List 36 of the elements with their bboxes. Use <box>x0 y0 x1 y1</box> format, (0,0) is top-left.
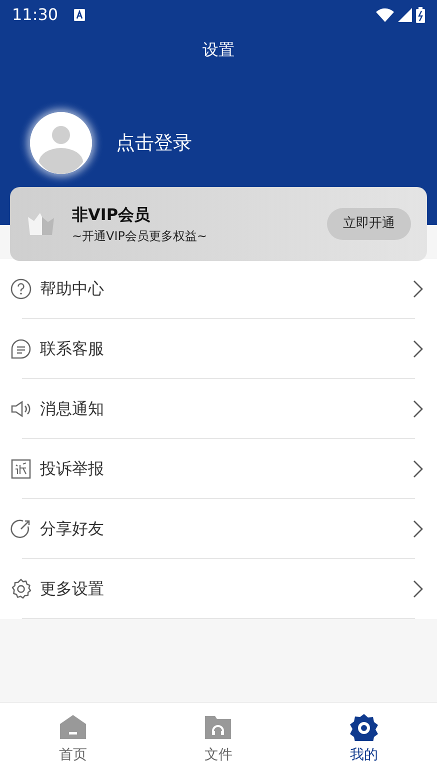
status-time: 11:30 <box>12 4 58 26</box>
menu-item[interactable]: 联系客服 <box>0 319 437 379</box>
notification-icon <box>74 9 86 21</box>
folder-icon <box>203 713 234 741</box>
chevron-icon <box>413 520 423 538</box>
home-icon <box>58 713 88 741</box>
menu-item[interactable]: 更多设置 <box>0 559 437 619</box>
menu-item[interactable]: 分享好友 <box>0 499 437 559</box>
login-link[interactable]: 点击登录 <box>116 128 192 158</box>
settings-icon <box>10 578 32 600</box>
share-icon <box>10 518 32 540</box>
chat-icon <box>10 338 32 360</box>
settings-icon <box>349 713 380 741</box>
menu-item[interactable]: 消息通知 <box>0 379 437 439</box>
tab[interactable]: 文件 <box>203 713 234 766</box>
activate-vip-button[interactable]: 立即开通 <box>327 208 411 240</box>
chevron-icon <box>413 400 423 418</box>
crown-icon <box>26 213 56 235</box>
chevron-icon <box>413 340 423 358</box>
vip-subtitle: ~开通VIP会员更多权益~ <box>72 228 208 245</box>
vip-status-title: 非VIP会员 <box>72 204 152 226</box>
report-icon <box>10 458 32 480</box>
signal-icon <box>398 8 412 22</box>
avatar-icon[interactable] <box>30 112 92 174</box>
speaker-icon <box>10 398 32 420</box>
tab[interactable]: 我的 <box>349 713 380 766</box>
battery-icon <box>416 7 425 23</box>
menu-item[interactable]: 帮助中心 <box>0 259 437 319</box>
menu-item[interactable]: 投诉举报 <box>0 439 437 499</box>
tab[interactable]: 首页 <box>58 713 88 766</box>
chevron-icon <box>413 580 423 598</box>
chevron-icon <box>413 460 423 478</box>
help-icon <box>10 278 32 300</box>
chevron-icon <box>413 280 423 298</box>
page-title: 设置 <box>202 40 234 59</box>
wifi-icon <box>376 8 394 22</box>
